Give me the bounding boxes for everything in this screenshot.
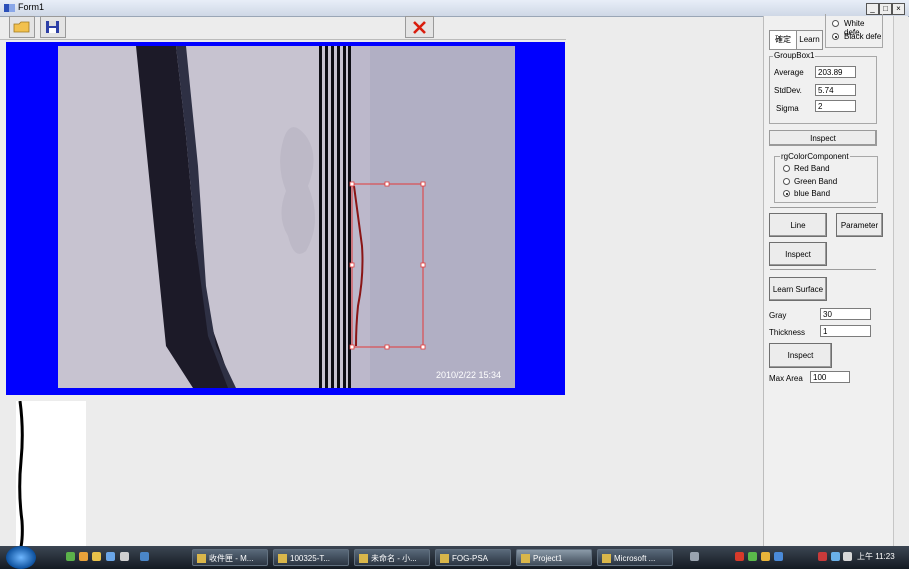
white-defect-radio[interactable]	[832, 20, 839, 27]
stddev-field[interactable]: 5.74	[815, 84, 856, 96]
black-defect-label: Black defe	[844, 32, 882, 41]
max-area-label: Max Area	[769, 374, 803, 383]
taskbar-item-mail[interactable]: 收件匣 - M...	[192, 549, 268, 566]
green-band-radio[interactable]	[783, 178, 790, 185]
desktop-icon[interactable]	[106, 552, 115, 561]
taskbar-item-microsoft[interactable]: Microsoft ...	[597, 549, 673, 566]
taskbar-item-project1[interactable]: Project1	[516, 549, 592, 566]
inspect-mid-button[interactable]: Inspect	[769, 242, 827, 266]
line-button[interactable]: Line	[769, 213, 827, 237]
taskbar-clock[interactable]: 上午 11:23	[857, 551, 895, 562]
save-icon	[46, 21, 59, 33]
defect-type-group: White defe Black defe	[825, 14, 883, 48]
blue-band-radio[interactable]	[783, 190, 790, 197]
groupbox1-title: GroupBox1	[773, 51, 816, 60]
app-icon	[4, 4, 15, 12]
inspect-bottom-button[interactable]: Inspect	[769, 343, 832, 368]
folder-quick-icon[interactable]	[92, 552, 101, 561]
save-button[interactable]	[40, 16, 66, 38]
window-switch-icon[interactable]	[120, 552, 129, 561]
red-band-radio[interactable]	[783, 165, 790, 172]
taskbar-item-paint[interactable]: 未命名 - 小...	[354, 549, 430, 566]
taskbar-item-fog-psa[interactable]: FOG-PSA	[435, 549, 511, 566]
inspection-image[interactable]: 2010/2/22 15:34	[58, 46, 515, 388]
vertical-scrollbar[interactable]	[893, 16, 908, 546]
keyboard-icon[interactable]	[690, 552, 699, 561]
red-x-icon	[413, 21, 426, 34]
tab-confirm[interactable]: 確定	[769, 30, 797, 50]
stddev-label: StdDev.	[774, 86, 802, 95]
black-defect-radio[interactable]	[832, 33, 839, 40]
tray-shield-icon[interactable]	[748, 552, 757, 561]
taskbar-item-100325[interactable]: 100325-T...	[273, 549, 349, 566]
color-component-title: rgColorComponent	[780, 152, 850, 161]
window-title: Form1	[18, 2, 45, 12]
learn-surface-button[interactable]: Learn Surface	[769, 277, 827, 301]
tray-update-icon[interactable]	[761, 552, 770, 561]
image-timestamp: 2010/2/22 15:34	[436, 370, 501, 380]
gray-label: Gray	[769, 311, 787, 320]
media-icon[interactable]	[140, 552, 149, 561]
thickness-label: Thickness	[769, 328, 806, 337]
tab-learn[interactable]: Learn	[796, 30, 823, 50]
close-button[interactable]: ×	[892, 3, 905, 15]
sigma-label: Sigma	[776, 104, 799, 113]
tray-app-icon[interactable]	[735, 552, 744, 561]
gray-field[interactable]: 30	[820, 308, 871, 320]
cancel-button[interactable]	[405, 16, 434, 38]
max-area-field[interactable]: 100	[810, 371, 850, 383]
tray-network-icon[interactable]	[774, 552, 783, 561]
average-field[interactable]: 203.89	[815, 66, 856, 78]
inspect-top-button[interactable]: Inspect	[769, 130, 877, 146]
profile-preview	[16, 401, 86, 547]
start-button[interactable]	[6, 546, 36, 569]
average-label: Average	[774, 68, 804, 77]
ie-icon[interactable]	[66, 552, 75, 561]
color-component-group: rgColorComponent Red Band Green Band blu…	[774, 152, 878, 203]
red-band-label: Red Band	[794, 164, 830, 173]
sigma-field[interactable]: 2	[815, 100, 856, 112]
green-band-label: Green Band	[794, 177, 838, 186]
control-panel: 確定 Learn White defe Black defe GroupBox1…	[763, 14, 894, 546]
taskbar: 收件匣 - M... 100325-T... 未命名 - 小... FOG-PS…	[0, 546, 909, 569]
tray-security-icon[interactable]	[818, 552, 827, 561]
volume-icon[interactable]	[843, 552, 852, 561]
parameter-button[interactable]: Parameter	[836, 213, 883, 237]
blue-band-label: blue Band	[794, 189, 831, 198]
divider-1	[770, 207, 876, 208]
open-folder-button[interactable]	[9, 16, 35, 38]
folder-icon	[13, 21, 30, 33]
title-bar: Form1 _ □ ×	[0, 0, 909, 17]
thickness-field[interactable]: 1	[820, 325, 871, 337]
toolbar-divider	[0, 39, 566, 40]
divider-2	[770, 269, 876, 270]
firefox-icon[interactable]	[79, 552, 88, 561]
tray-monitor-icon[interactable]	[831, 552, 840, 561]
